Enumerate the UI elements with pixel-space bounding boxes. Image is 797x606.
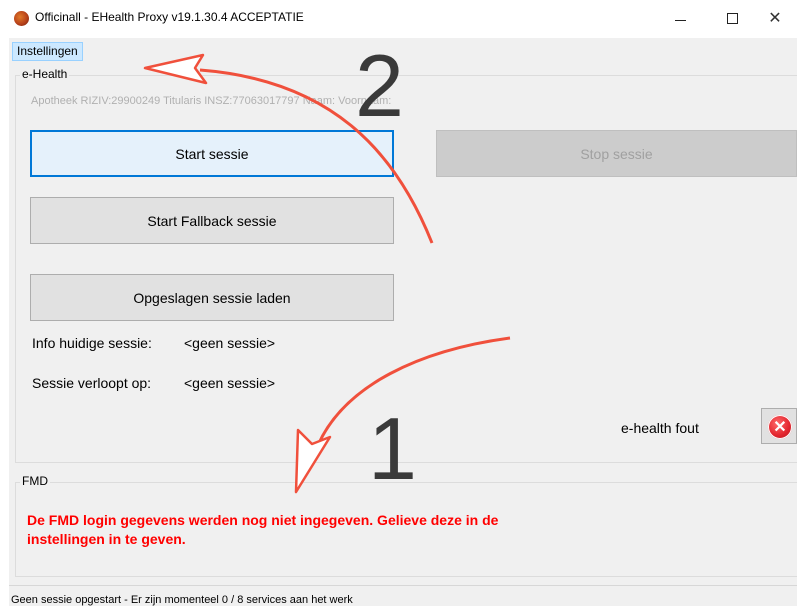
session-info-value: <geen sessie> xyxy=(184,335,276,351)
app-icon xyxy=(14,11,29,26)
minimize-button[interactable] xyxy=(657,0,703,36)
status-text: Geen sessie opgestart - Er zijn momentee… xyxy=(11,594,353,606)
session-info-label: Info huidige sessie: xyxy=(32,335,152,351)
start-session-button[interactable]: Start sessie xyxy=(30,130,394,177)
ehealth-group-label: e-Health xyxy=(20,67,70,81)
error-icon: ✕ xyxy=(768,415,792,439)
session-expiry-label: Sessie verloopt op: xyxy=(32,375,152,391)
close-icon: ✕ xyxy=(768,10,782,27)
annotation-number-1: 1 xyxy=(368,399,417,498)
title-bar: Officinall - EHealth Proxy v19.1.30.4 AC… xyxy=(0,0,797,38)
minimize-icon xyxy=(674,19,686,21)
pharmacy-info: Apotheek RIZIV:29900249 Titularis INSZ:7… xyxy=(31,95,392,107)
fmd-group-label: FMD xyxy=(20,474,50,488)
stop-session-button[interactable]: Stop sessie xyxy=(436,130,797,177)
close-button[interactable]: ✕ xyxy=(752,0,797,36)
ehealth-error-button[interactable]: ✕ xyxy=(761,408,797,444)
session-expiry-value: <geen sessie> xyxy=(184,375,276,391)
start-fallback-session-button[interactable]: Start Fallback sessie xyxy=(30,197,394,244)
window-title: Officinall - EHealth Proxy v19.1.30.4 AC… xyxy=(35,10,304,24)
maximize-button[interactable] xyxy=(709,0,755,36)
fmd-warning-message: De FMD login gegevens werden nog niet in… xyxy=(27,512,499,547)
annotation-number-2: 2 xyxy=(355,36,404,135)
error-x-glyph: ✕ xyxy=(773,419,787,436)
ehealth-error-label: e-health fout xyxy=(621,420,699,436)
maximize-icon xyxy=(726,12,738,24)
load-saved-session-button[interactable]: Opgeslagen sessie laden xyxy=(30,274,394,321)
menu-settings[interactable]: Instellingen xyxy=(12,42,83,61)
